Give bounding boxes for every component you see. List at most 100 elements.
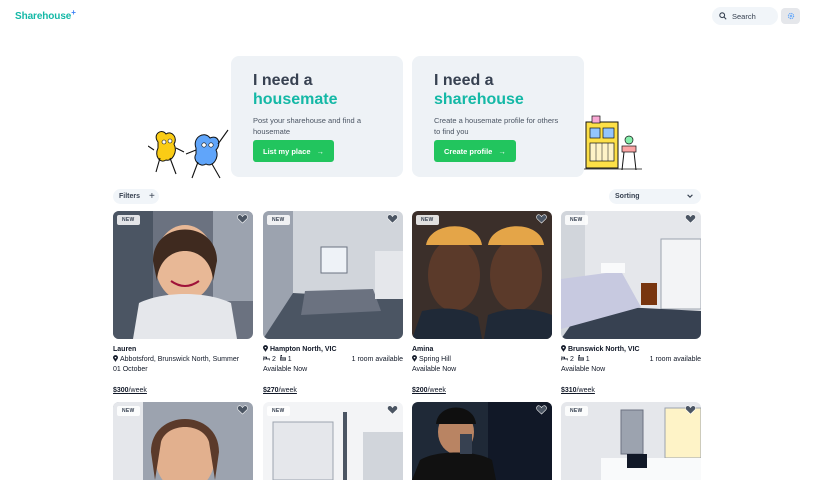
furniture-illustration: [582, 115, 642, 171]
listing-location: Hampton North, VIC: [263, 345, 403, 355]
hero-heading-accent: housemate: [253, 91, 338, 108]
listing-location: Brunswick North, VIC: [561, 345, 701, 355]
bed-icon: [262, 356, 271, 361]
price-period: /week: [576, 387, 595, 394]
bath-icon: [577, 355, 585, 361]
search-icon: [719, 12, 727, 20]
listing-location: Spring Hill: [412, 355, 552, 365]
filters-label: Filters: [119, 193, 141, 200]
new-badge: NEW: [565, 215, 588, 225]
heart-icon[interactable]: [387, 214, 398, 224]
hero-heading-accent: sharehouse: [434, 91, 524, 108]
characters-illustration: [148, 129, 229, 179]
sorting-label: Sorting: [615, 193, 640, 200]
create-profile-button[interactable]: Create profile →: [434, 140, 516, 162]
bath-count: 1: [585, 356, 590, 363]
listing-availability: Available Now: [561, 366, 606, 373]
listing-name: Amina: [412, 346, 434, 353]
listing-photo[interactable]: [412, 402, 552, 480]
new-badge: NEW: [416, 215, 439, 225]
arrow-right-icon: →: [316, 146, 325, 156]
hero-description: Create a housemate profile for others to…: [434, 116, 559, 136]
plus-icon: +: [149, 191, 155, 202]
listing-price: $200/week: [412, 387, 446, 394]
hero-heading: I need a housemate: [253, 71, 403, 109]
sharehouse-logo[interactable]: Sharehouse+: [15, 8, 76, 22]
heart-icon[interactable]: [237, 214, 248, 224]
price-amount: $270: [263, 387, 279, 394]
chevron-down-icon: [687, 194, 693, 198]
listing-price: $310/week: [561, 387, 595, 394]
listing-availability: 01 October: [113, 366, 148, 373]
listing-photo[interactable]: NEW: [263, 211, 403, 339]
listing-name: Lauren: [113, 346, 137, 353]
listing-info: Amina Spring Hill Available Now: [412, 345, 552, 375]
listing-photo[interactable]: NEW: [113, 211, 253, 339]
rooms-available: 1 room available: [649, 356, 701, 363]
hero-card-sharehouse: I need a sharehouse Create a housemate pr…: [412, 56, 584, 177]
list-my-place-button[interactable]: List my place →: [253, 140, 335, 162]
room-counts: 2 1: [560, 355, 590, 365]
new-badge: NEW: [267, 215, 290, 225]
price-amount: $200: [412, 387, 428, 394]
new-badge: NEW: [565, 406, 588, 416]
bed-icon: [560, 356, 569, 361]
new-badge: NEW: [117, 215, 140, 225]
hero-heading: I need a sharehouse: [434, 71, 584, 109]
heart-icon[interactable]: [237, 405, 248, 415]
bed-count: 2: [569, 356, 574, 363]
logo-mark: +: [71, 8, 76, 17]
heart-icon[interactable]: [685, 214, 696, 224]
listing-details: 2 1 1 room available: [262, 355, 403, 365]
sorting-dropdown[interactable]: Sorting: [609, 189, 701, 204]
listing-photo[interactable]: NEW: [113, 402, 253, 480]
settings-button[interactable]: [781, 8, 800, 24]
price-period: /week: [427, 387, 446, 394]
listing-location: Abbotsford, Brunswick North, Summer: [113, 355, 253, 365]
rooms-available: 1 room available: [351, 356, 403, 363]
bath-count: 1: [287, 356, 292, 363]
listing-availability: Available Now: [263, 366, 308, 373]
location-pin-icon: [263, 345, 268, 352]
bath-icon: [279, 355, 287, 361]
location-text: Brunswick North, VIC: [568, 346, 640, 353]
listing-info: Brunswick North, VIC 2 1 1 room available…: [560, 345, 701, 375]
listing-price: $270/week: [263, 387, 297, 394]
listing-photo[interactable]: NEW: [263, 402, 403, 480]
listing-photo[interactable]: NEW: [561, 402, 701, 480]
location-pin-icon: [561, 345, 566, 352]
hero-card-housemate: I need a housemate Post your sharehouse a…: [231, 56, 403, 177]
location-text: Abbotsford, Brunswick North, Summer: [120, 356, 240, 363]
listing-availability: Available Now: [412, 366, 457, 373]
cta-label: Create profile: [444, 146, 493, 156]
gear-icon: [787, 12, 794, 20]
listing-price: $300/week: [113, 387, 147, 394]
arrow-right-icon: →: [498, 146, 506, 156]
listing-info: Hampton North, VIC 2 1 1 room available A…: [262, 345, 403, 375]
room-counts: 2 1: [262, 355, 292, 365]
price-period: /week: [128, 387, 147, 394]
price-amount: $300: [113, 387, 129, 394]
heart-icon[interactable]: [536, 214, 547, 224]
price-period: /week: [278, 387, 297, 394]
new-badge: NEW: [117, 406, 140, 416]
heart-icon[interactable]: [685, 405, 696, 415]
listing-details: 2 1 1 room available: [560, 355, 701, 365]
location-pin-icon: [113, 355, 118, 362]
heart-icon[interactable]: [387, 405, 398, 415]
listing-info: Lauren Abbotsford, Brunswick North, Summ…: [113, 345, 253, 375]
listing-photo[interactable]: NEW: [412, 211, 552, 339]
hero-heading-line1: I need a: [253, 72, 313, 89]
new-badge: NEW: [267, 406, 290, 416]
search-button[interactable]: Search: [712, 7, 778, 25]
heart-icon[interactable]: [536, 405, 547, 415]
price-amount: $310: [561, 387, 577, 394]
listing-photo[interactable]: NEW: [561, 211, 701, 339]
location-text: Hampton North, VIC: [270, 346, 337, 353]
hero-description: Post your sharehouse and find a housemat…: [253, 116, 361, 136]
hero-heading-line1: I need a: [434, 72, 494, 89]
location-pin-icon: [412, 355, 417, 362]
filters-button[interactable]: Filters +: [113, 189, 159, 204]
bed-count: 2: [271, 356, 276, 363]
location-text: Spring Hill: [419, 356, 451, 363]
